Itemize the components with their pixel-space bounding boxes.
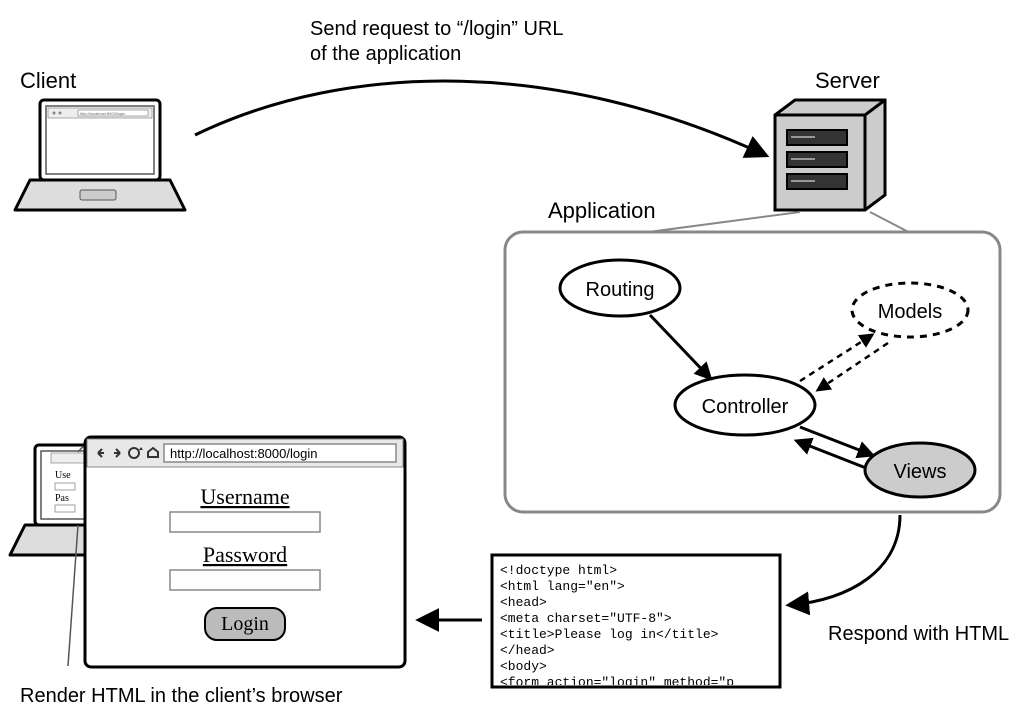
- client-url-tiny: http://localhost:8000/login: [80, 111, 125, 116]
- respond-arrow: [790, 515, 900, 605]
- snippet-l5: <title>Please log in</title>: [500, 627, 719, 642]
- login-button[interactable]: Login: [205, 608, 285, 640]
- snippet-l2: <html lang="en">: [500, 579, 625, 594]
- username-input[interactable]: [170, 512, 320, 532]
- server-icon: [775, 100, 885, 210]
- routing-label: Routing: [586, 279, 655, 301]
- password-input[interactable]: [170, 570, 320, 590]
- snippet-l4: <meta charset="UTF-8">: [500, 611, 672, 626]
- render-label: Render HTML in the client’s browser: [20, 685, 343, 707]
- login-button-label: Login: [221, 613, 269, 635]
- snippet-l7: <body>: [500, 659, 547, 674]
- url-text: http://localhost:8000/login: [170, 446, 317, 461]
- send-request-label-1: Send request to “/login” URL: [310, 18, 563, 40]
- views-label: Views: [894, 461, 947, 483]
- html-snippet-box: <!doctype html> <html lang="en"> <head> …: [492, 555, 780, 690]
- models-label: Models: [878, 301, 942, 323]
- send-request-label-2: of the application: [310, 43, 461, 65]
- respond-label: Respond with HTML: [828, 623, 1009, 645]
- diagram-svg: Client http://localhost:8000/login Send …: [0, 0, 1024, 719]
- client-label: Client: [20, 68, 76, 93]
- server-label: Server: [815, 68, 880, 93]
- snippet-l1: <!doctype html>: [500, 563, 617, 578]
- controller-label: Controller: [702, 396, 789, 418]
- snippet-l3: <head>: [500, 595, 547, 610]
- browser-window: http://localhost:8000/login Username Pas…: [85, 437, 405, 667]
- tiny-user-label: Use: [55, 470, 71, 481]
- request-arrow: [195, 81, 765, 155]
- client-laptop-icon: http://localhost:8000/login: [15, 100, 185, 210]
- tiny-pass-label: Pas: [55, 493, 69, 504]
- password-label: Password: [203, 542, 287, 567]
- username-label: Username: [200, 484, 289, 509]
- application-label: Application: [548, 198, 656, 223]
- snippet-l6: </head>: [500, 643, 555, 658]
